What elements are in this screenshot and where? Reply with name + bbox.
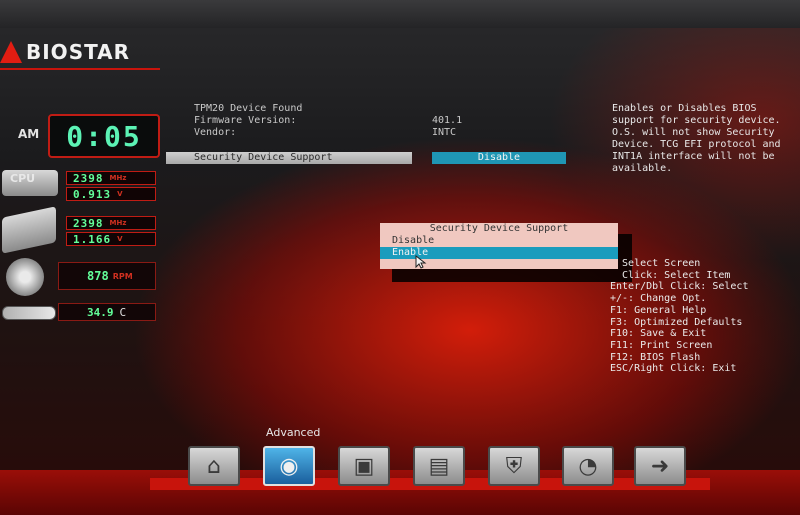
home-icon: ⌂ xyxy=(207,453,221,479)
tab-chipset[interactable]: ▣ xyxy=(338,446,390,486)
key-hint: F10: Save & Exit xyxy=(610,328,707,340)
cpu-voltage: 0.913 V xyxy=(66,187,156,201)
vendor-value: INTC xyxy=(432,127,457,138)
key-hint: ESC/Right Click: Exit xyxy=(610,363,737,375)
tab-main[interactable]: ⌂ xyxy=(188,446,240,486)
tab-advanced[interactable]: ◉ xyxy=(263,446,315,486)
cpu-frequency: 2398 MHz xyxy=(66,171,156,185)
temperature: 34.9 C xyxy=(58,303,156,321)
key-hint: F11: Print Screen xyxy=(610,339,713,351)
cpu-label: CPU xyxy=(10,172,36,185)
key-hint: F1: General Help xyxy=(610,304,707,316)
firmware-label: Firmware Version: xyxy=(194,115,297,126)
key-legend: Select Screen Click: Select Item Enter/D… xyxy=(610,258,748,375)
help-description: Enables or Disables BIOS support for sec… xyxy=(612,103,781,174)
firmware-value: 401.1 xyxy=(432,115,463,126)
key-hint: Enter/Dbl Click: Select xyxy=(610,281,749,293)
mouse-cursor-icon xyxy=(415,255,427,269)
vendor-label: Vendor: xyxy=(194,127,237,138)
advanced-icon: ◉ xyxy=(279,453,299,479)
tpm-found-text: TPM20 Device Found xyxy=(194,103,303,114)
top-bezel xyxy=(0,0,800,28)
memory-frequency: 2398 MHz xyxy=(66,216,156,230)
key-hint: Select Screen xyxy=(610,258,701,269)
logo-triangle-icon xyxy=(0,41,22,63)
bios-screen: BIOSTAR AM 0:05 CPU 2398 MHz 0.913 V 239… xyxy=(0,0,800,515)
popup-option-disable[interactable]: Disable xyxy=(380,235,618,247)
popup-title: Security Device Support xyxy=(429,223,569,234)
tab-performance[interactable]: ◔ xyxy=(562,446,614,486)
thermometer-icon xyxy=(2,306,56,320)
memory-voltage: 1.166 V xyxy=(66,232,156,246)
brand-logo: BIOSTAR xyxy=(0,40,130,64)
performance-icon: ◔ xyxy=(578,453,598,479)
key-hint: Click: Select Item xyxy=(610,269,731,281)
security-device-support-item[interactable]: Security Device Support xyxy=(166,152,412,164)
logo-divider xyxy=(0,68,160,70)
brand-name: BIOSTAR xyxy=(26,40,131,64)
exit-icon: ➜ xyxy=(650,453,670,479)
storage-icon: ▤ xyxy=(428,453,450,479)
active-tab-label: Advanced xyxy=(266,426,321,439)
key-hint: F3: Optimized Defaults xyxy=(610,316,743,328)
clock-display: 0:05 xyxy=(48,114,160,158)
fan-icon xyxy=(6,258,44,296)
key-hint: +/-: Change Opt. xyxy=(610,293,707,305)
security-device-support-value[interactable]: Disable xyxy=(432,152,566,164)
memory-module-icon xyxy=(2,206,56,254)
tab-security[interactable]: ⛨ xyxy=(488,446,540,486)
clock-period: AM xyxy=(18,127,40,141)
security-icon: ⛨ xyxy=(505,453,523,479)
key-hint: F12: BIOS Flash xyxy=(610,351,701,363)
clock-time: 0:05 xyxy=(66,119,142,153)
chipset-icon: ▣ xyxy=(353,453,375,479)
tab-storage[interactable]: ▤ xyxy=(413,446,465,486)
tab-exit[interactable]: ➜ xyxy=(634,446,686,486)
fan-speed: 878 RPM xyxy=(58,262,156,290)
